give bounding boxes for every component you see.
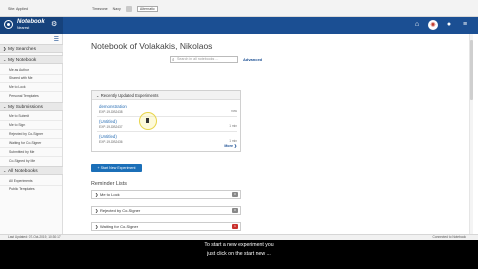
sidebar-item-personal-templates[interactable]: Personal Templates <box>9 94 39 98</box>
experiment-id: EXP-19-DB2437 <box>99 125 123 129</box>
recent-experiments-panel: ⌄ Recently Updated Experiments demonstra… <box>91 90 241 152</box>
sidebar-item-shared-with-me[interactable]: Shared with Me <box>9 76 33 80</box>
sidebar-item-public-templates[interactable]: Public Templates <box>9 187 35 191</box>
sidebar-section-all-notebooks[interactable]: ⌄ All Notebooks <box>0 166 63 175</box>
main-content: Notebook of Volakakis, Nikolaos ⌕ Search… <box>63 34 478 234</box>
sidebar-section-label: My Searches <box>8 47 36 52</box>
reminder-waiting-for-co-signer[interactable]: ❯ Waiting for Co-Signer 1 <box>91 222 241 231</box>
search-icon: ⌕ <box>172 57 175 62</box>
sidebar-item-me-to-submit[interactable]: Me to Submit <box>9 114 29 118</box>
reminder-lists-title: Reminder Lists <box>91 181 127 187</box>
sidebar-divider <box>0 185 62 186</box>
reminder-me-to-lock[interactable]: ❯ Me to Lock 0 <box>91 190 241 199</box>
recent-experiment-item[interactable]: (Untitled) EXP-19-DB2436 1 min <box>99 134 237 144</box>
app-header: Notebook Nearest ⚙ ⌂ ◉ ● ≡ <box>0 17 478 34</box>
sidebar-divider <box>0 147 62 148</box>
home-icon[interactable]: ⌂ <box>412 20 422 30</box>
menu-icon[interactable]: ≡ <box>460 20 470 30</box>
sidebar-divider <box>0 91 62 92</box>
gear-icon[interactable]: ⚙ <box>51 21 57 28</box>
experiment-name[interactable]: (Untitled) <box>99 134 237 139</box>
header-actions: ⌂ ◉ ● ≡ <box>412 20 470 30</box>
panel-divider <box>97 116 237 117</box>
top-strip: Site: Applied Timezone Naxy Alternatic <box>0 0 478 17</box>
sidebar-item-me-as-author[interactable]: Me as Author <box>9 68 29 72</box>
sidebar-item-me-to-sign[interactable]: Me to Sign <box>9 123 25 127</box>
swap-icon[interactable] <box>125 6 132 12</box>
sidebar-divider <box>0 74 62 75</box>
page-title: Notebook of Volakakis, Nikolaos <box>91 41 213 51</box>
timezone-value: Naxy <box>112 7 121 11</box>
sidebar-divider <box>0 156 62 157</box>
timezone-label: Timezone <box>92 7 108 11</box>
brand-area[interactable]: Notebook Nearest ⚙ <box>0 17 63 34</box>
sidebar-divider <box>0 129 62 130</box>
scrollbar-thumb[interactable] <box>470 40 473 100</box>
caption-line-2: just click on the start new ... <box>207 251 271 257</box>
reminder-label: Rejected by Co-Signer <box>100 208 141 213</box>
sidebar-section-my-searches[interactable]: ❯ My Searches <box>0 44 63 53</box>
app-logo-icon <box>4 20 13 29</box>
experiment-name[interactable]: (Untitled) <box>99 119 237 124</box>
search-input[interactable]: ⌕ Search in all notebooks ... <box>170 56 238 63</box>
sidebar-item-all-experiments[interactable]: All Experiments <box>9 179 33 183</box>
search-placeholder: Search in all notebooks ... <box>177 57 219 61</box>
count-badge: 1 <box>232 224 238 229</box>
help-circle-icon[interactable]: ◉ <box>428 20 438 30</box>
sidebar-item-submitted-by-me[interactable]: Submitted by Me <box>9 150 34 154</box>
panel-title: Recently Updated Experiments <box>100 93 159 98</box>
advanced-search-link[interactable]: Advanced <box>243 57 262 62</box>
experiment-name[interactable]: demonstration <box>99 104 237 109</box>
app-window: Site: Applied Timezone Naxy Alternatic N… <box>0 0 478 269</box>
count-badge: 0 <box>232 208 238 213</box>
sidebar-item-co-signed-by-me[interactable]: Co-Signed by Me <box>9 159 35 163</box>
panel-divider <box>97 131 237 132</box>
start-new-experiment-button[interactable]: + Start New Experiment <box>91 164 142 172</box>
sidebar-item-rejected-by-co-signer[interactable]: Rejected by Co-Signer <box>9 132 43 136</box>
experiment-updated: now <box>231 109 237 113</box>
site-label: Site: Applied <box>8 7 28 11</box>
sidebar-item-waiting-for-co-signer[interactable]: Waiting for Co-Signer <box>9 141 41 145</box>
alternative-select[interactable]: Alternatic <box>136 6 158 12</box>
reminder-rejected-by-co-signer[interactable]: ❯ Rejected by Co-Signer 0 <box>91 206 241 215</box>
sidebar-divider <box>0 138 62 139</box>
recent-experiment-item[interactable]: (Untitled) EXP-19-DB2437 1 min <box>99 119 237 129</box>
sidebar-divider <box>0 120 62 121</box>
sidebar: ☰ ❯ My Searches ⌄ My Notebook Me as Author… <box>0 34 63 234</box>
experiment-updated: 1 min <box>229 124 237 128</box>
caption-line-1: To start a new experiment you <box>204 242 274 248</box>
count-badge: 0 <box>232 192 238 197</box>
sidebar-section-label: My Notebook <box>8 58 37 63</box>
sidebar-item-me-to-lock[interactable]: Me to Lock <box>9 85 26 89</box>
experiment-id: EXP-19-DB2438 <box>99 110 123 114</box>
sidebar-divider <box>0 82 62 83</box>
reminder-label: Waiting for Co-Signer <box>100 224 139 229</box>
hamburger-icon[interactable]: ☰ <box>54 36 59 43</box>
experiment-id: EXP-19-DB2436 <box>99 140 123 144</box>
sidebar-section-label: All Notebooks <box>8 169 38 174</box>
user-icon[interactable]: ● <box>444 20 454 30</box>
sidebar-section-my-notebook[interactable]: ⌄ My Notebook <box>0 55 63 64</box>
sidebar-section-label: My Submissions <box>8 105 43 110</box>
sidebar-section-my-submissions[interactable]: ⌄ My Submissions <box>0 102 63 111</box>
main-scrollbar[interactable] <box>469 34 473 234</box>
app-subtitle: Nearest <box>17 26 30 30</box>
reminder-label: Me to Lock <box>100 192 120 197</box>
video-caption: To start a new experiment you just click… <box>0 240 478 269</box>
click-indicator <box>139 112 157 130</box>
app-title: Notebook <box>17 19 45 25</box>
recent-experiment-item[interactable]: demonstration EXP-19-DB2438 now <box>99 104 237 114</box>
more-link[interactable]: More ❯ <box>224 144 237 148</box>
top-controls: Timezone Naxy Alternatic <box>92 6 158 12</box>
recent-experiments-header[interactable]: ⌄ Recently Updated Experiments <box>92 91 240 100</box>
experiment-updated: 1 min <box>229 139 237 143</box>
